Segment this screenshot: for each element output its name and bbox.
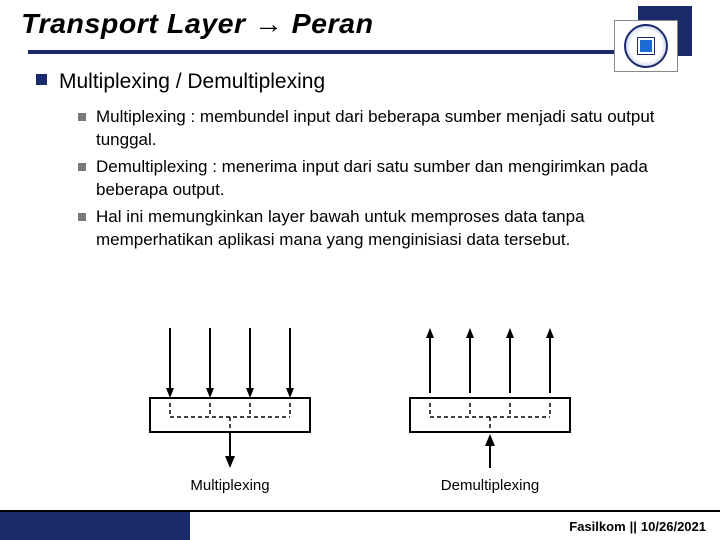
list-item: Multiplexing : membundel input dari bebe… (78, 106, 680, 152)
item-text: Demultiplexing : menerima input dari sat… (96, 156, 680, 202)
demultiplexing-diagram: Demultiplexing (400, 323, 580, 494)
square-bullet-icon (36, 74, 47, 85)
square-bullet-icon (78, 213, 86, 221)
demux-svg (400, 323, 580, 473)
item-text: Multiplexing : membundel input dari bebe… (96, 106, 680, 152)
sub-bullet-list: Multiplexing : membundel input dari bebe… (78, 106, 680, 252)
logo-frame (614, 20, 678, 72)
footer-org: Fasilkom (569, 519, 625, 534)
multiplexing-diagram: Multiplexing (140, 323, 320, 494)
logo-icon (624, 24, 668, 68)
item-text: Hal ini memungkinkan layer bawah untuk m… (96, 206, 680, 252)
footer-sep: || (626, 519, 641, 534)
corner-accent (614, 6, 692, 72)
diagram-label-right: Demultiplexing (400, 477, 580, 494)
diagram-label-left: Multiplexing (140, 477, 320, 494)
footer-bar: Fasilkom || 10/26/2021 (0, 510, 720, 540)
list-item: Hal ini memungkinkan layer bawah untuk m… (78, 206, 680, 252)
heading-text: Multiplexing / Demultiplexing (59, 68, 325, 96)
footer-text: Fasilkom || 10/26/2021 (569, 512, 720, 540)
content-area: Multiplexing / Demultiplexing Multiplexi… (0, 54, 720, 252)
square-bullet-icon (78, 163, 86, 171)
list-item: Demultiplexing : menerima input dari sat… (78, 156, 680, 202)
footer-accent-block (0, 512, 190, 540)
title-underline (28, 50, 692, 54)
square-bullet-icon (78, 113, 86, 121)
title-bar: Transport Layer → Peran (0, 0, 720, 44)
mux-svg (140, 323, 320, 473)
footer-date: 10/26/2021 (641, 519, 706, 534)
bullet-level1: Multiplexing / Demultiplexing (36, 68, 680, 96)
diagram-area: Multiplexing Demultiplexing (0, 304, 720, 494)
